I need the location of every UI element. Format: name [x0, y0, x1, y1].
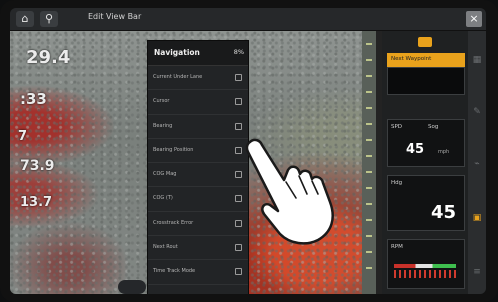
heading-label: Hdg: [391, 180, 403, 186]
star-icon[interactable]: ▣: [472, 213, 482, 223]
speed-label: SPD: [391, 124, 403, 130]
menu-item-label: Cursor: [153, 98, 170, 105]
menu-item-label: Current Under Lane: [153, 74, 203, 80]
pointing-hand-icon: [245, 138, 334, 245]
menu-item-label: Bearing Position: [153, 146, 194, 153]
data-panel: Next Waypoint SPD Sog 45 mph Hdg 45 RPM: [382, 31, 468, 294]
top-bar: ⌂ ⚲ Edit View Bar ×: [10, 8, 486, 31]
panel-handle-icon[interactable]: [418, 37, 432, 47]
checkbox-icon[interactable]: [235, 171, 242, 179]
more-icon[interactable]: ≡: [472, 267, 482, 277]
menu-item[interactable]: Crosstrack Error: [148, 212, 248, 237]
temp-readout: 29.4: [26, 47, 71, 68]
menu-header: Navigation 8%: [148, 41, 248, 66]
menu-item-label: Crosstrack Error: [153, 219, 194, 226]
speed-unit: mph: [438, 149, 450, 155]
rpm-bar: [394, 264, 456, 268]
device-frame: ⌂ ⚲ Edit View Bar × 29.4 :33 7 73.9 13.7…: [0, 0, 498, 302]
checkbox-icon[interactable]: [235, 268, 242, 276]
menu-item[interactable]: Bearing: [148, 115, 248, 139]
checkbox-icon[interactable]: [235, 146, 242, 154]
small-readout: 7: [18, 129, 28, 144]
navigation-menu: Navigation 8% Current Under Lane Cursor …: [147, 40, 249, 294]
rpm-ticks: [394, 270, 456, 278]
bottom-pill-button[interactable]: [118, 280, 146, 294]
menu-item[interactable]: COG (T): [148, 187, 248, 212]
depth-readout: 73.9: [20, 158, 55, 174]
menu-item[interactable]: Next Rout: [148, 236, 248, 261]
menu-item[interactable]: Current Under Lane: [148, 66, 248, 91]
checkbox-icon[interactable]: [235, 219, 242, 227]
view-bar-title: Edit View Bar: [88, 12, 142, 21]
heading-tile[interactable]: Hdg 45: [387, 175, 465, 231]
next-waypoint-label: Next Waypoint: [391, 56, 432, 62]
right-rail: ▦ ✎ ⌁ ▣ ≡: [468, 31, 486, 294]
checkbox-icon[interactable]: [235, 244, 242, 252]
menu-item-label: COG (T): [153, 195, 173, 202]
next-waypoint-field[interactable]: Next Waypoint: [387, 53, 465, 67]
speed-tile[interactable]: SPD Sog 45 mph: [387, 119, 465, 167]
menu-item[interactable]: Bearing Position: [148, 139, 248, 164]
map-pin-icon[interactable]: ⚲: [40, 11, 58, 27]
speed-value: 45: [406, 142, 425, 157]
time-readout: :33: [20, 90, 47, 108]
menu-title: Navigation: [154, 48, 200, 57]
menu-item[interactable]: Time Track Mode: [148, 260, 248, 285]
waypoint-display: [387, 67, 465, 95]
depth-scale: [362, 31, 376, 294]
home-icon[interactable]: ⌂: [16, 11, 34, 27]
edit-icon[interactable]: ✎: [472, 107, 482, 117]
fish-icon[interactable]: ⌁: [472, 159, 482, 169]
checkbox-icon[interactable]: [235, 98, 242, 106]
menu-item[interactable]: COG Mag: [148, 163, 248, 188]
checkbox-icon[interactable]: [235, 195, 242, 203]
menu-item-label: Next Rout: [153, 244, 178, 251]
menu-item-label: Bearing: [153, 122, 173, 129]
grid-icon[interactable]: ▦: [472, 55, 482, 65]
screen: ⌂ ⚲ Edit View Bar × 29.4 :33 7 73.9 13.7…: [10, 8, 486, 294]
menu-item-label: COG Mag: [153, 171, 177, 178]
reading2-readout: 13.7: [20, 195, 53, 210]
close-icon[interactable]: ×: [466, 11, 482, 27]
heading-value: 45: [430, 202, 456, 223]
menu-item-label: Time Track Mode: [153, 268, 196, 275]
checkbox-icon[interactable]: [235, 122, 242, 130]
rpm-tile[interactable]: RPM: [387, 239, 465, 289]
checkbox-icon[interactable]: [235, 74, 242, 81]
rpm-label: RPM: [391, 244, 403, 250]
menu-item[interactable]: Cursor: [148, 90, 248, 115]
menu-badge: 8%: [233, 48, 244, 56]
sog-label: Sog: [428, 124, 439, 130]
